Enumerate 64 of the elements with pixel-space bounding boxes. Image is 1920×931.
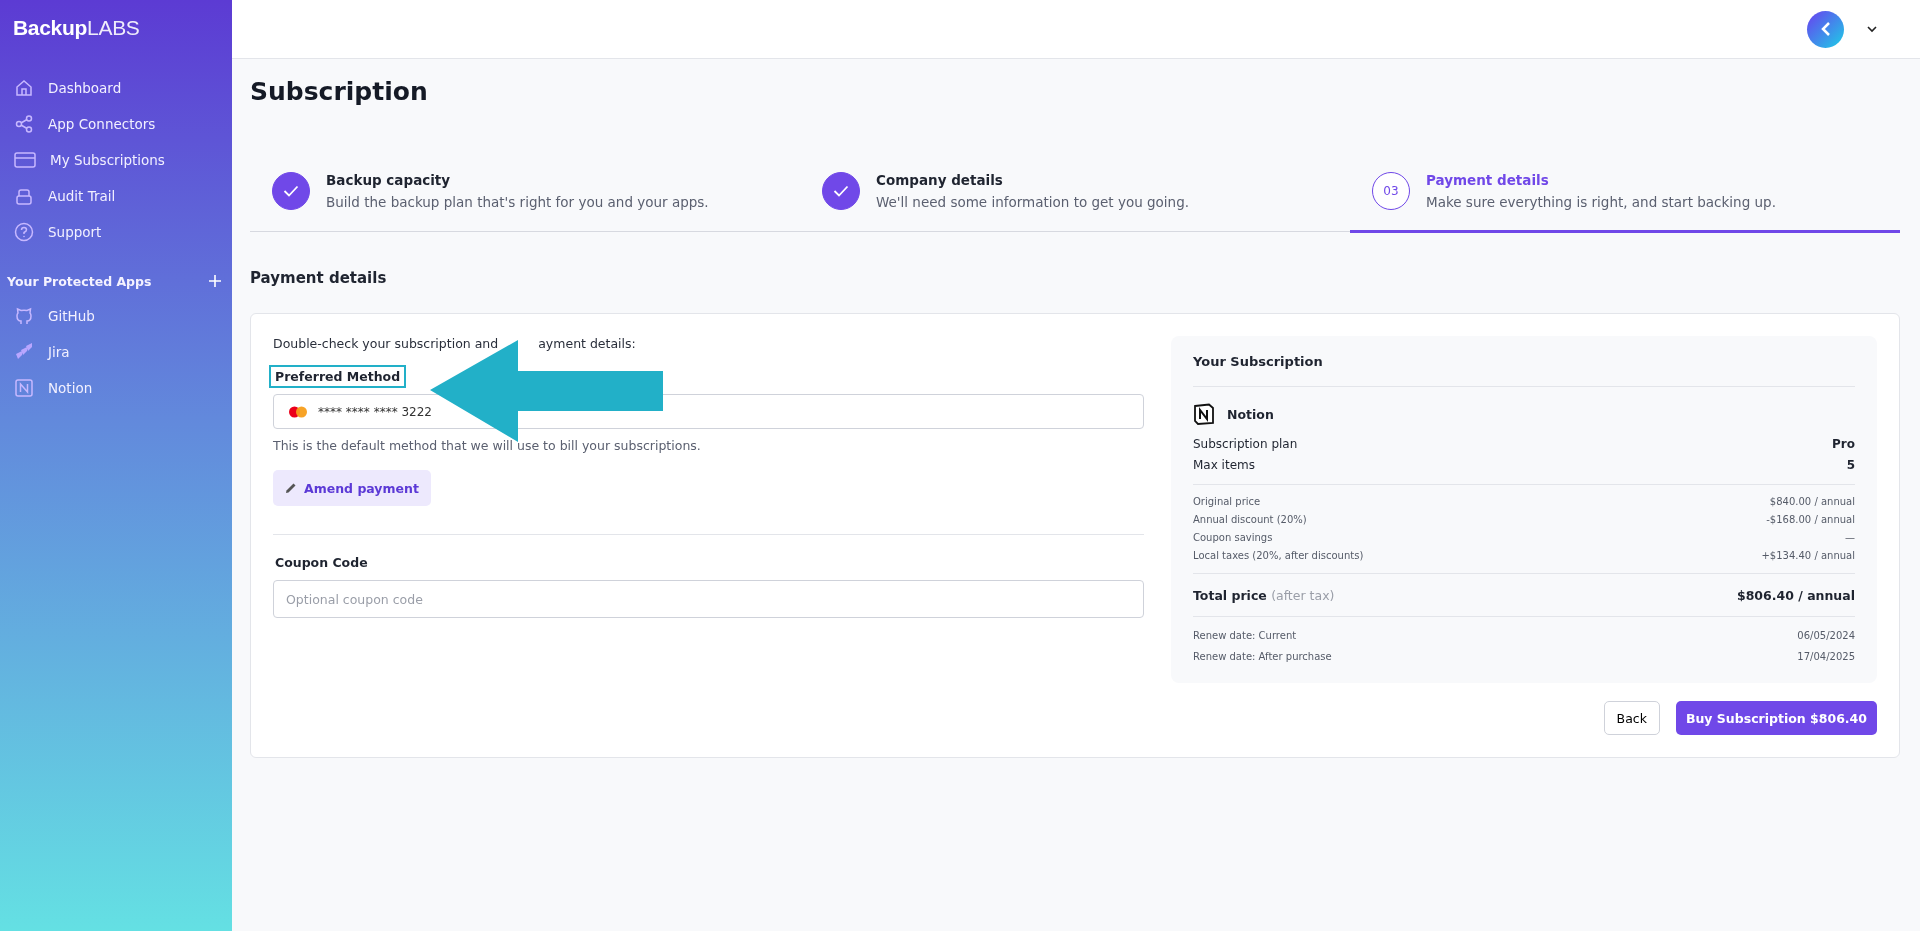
row-value: -$168.00 / annual bbox=[1766, 513, 1855, 525]
row-value: $840.00 / annual bbox=[1769, 495, 1855, 507]
sidebar-item[interactable]: Audit Trail bbox=[0, 178, 232, 214]
total-value: $806.40 / annual bbox=[1736, 587, 1855, 603]
app-name: Notion bbox=[1227, 406, 1274, 422]
field-label: Coupon Code bbox=[274, 554, 369, 572]
sidebar-item[interactable]: GitHub bbox=[0, 298, 232, 334]
row-label: Max items bbox=[1193, 457, 1255, 472]
step-description: Build the backup plan that's right for you and your apps. bbox=[326, 194, 709, 210]
step-description: We'll need some information to get you going. bbox=[876, 194, 1190, 210]
total-label: Total price (after tax) bbox=[1193, 587, 1335, 603]
step-number: 03 bbox=[1372, 172, 1410, 210]
home-icon bbox=[14, 78, 34, 98]
row-label: Original price bbox=[1193, 495, 1261, 507]
sidebar-item[interactable]: My Subscriptions bbox=[0, 142, 232, 178]
step-title: Backup capacity bbox=[326, 172, 452, 188]
field-label: Preferred Method bbox=[269, 365, 407, 388]
row-value: — bbox=[1845, 531, 1855, 543]
pencil-icon bbox=[285, 482, 297, 494]
row-value: 17/04/2025 bbox=[1797, 651, 1855, 662]
step-tab[interactable]: Backup capacity Build the backup plan that's right for you and your apps. bbox=[250, 158, 800, 233]
add-icon[interactable] bbox=[208, 274, 222, 288]
step-title: Payment details bbox=[1426, 172, 1550, 188]
panel-title: Your Subscription bbox=[1193, 354, 1324, 369]
amend-payment-button[interactable]: Amend payment bbox=[273, 470, 431, 506]
app-logo: BackupLABS bbox=[12, 16, 141, 40]
sidebar-item[interactable]: Notion bbox=[0, 370, 232, 406]
page-title: Subscription bbox=[250, 77, 429, 106]
row-label: Annual discount (20%) bbox=[1193, 513, 1307, 525]
cat-icon bbox=[14, 306, 34, 326]
sidebar-item[interactable]: App Connectors bbox=[0, 106, 232, 142]
stack-icon bbox=[14, 186, 34, 206]
section-heading: Your Protected Apps bbox=[7, 273, 152, 289]
step-description: Make sure everything is right, and start backing up. bbox=[1426, 194, 1776, 210]
help-text: This is the default method that we will use to bill your subscriptions. bbox=[273, 438, 702, 453]
step-tab[interactable]: 03 Payment details Make sure everything is right, and start backing up. bbox=[1350, 158, 1900, 233]
row-label: Local taxes (20%, after discounts) bbox=[1193, 549, 1364, 561]
row-value: +$134.40 / annual bbox=[1761, 549, 1855, 561]
card-brand-icon bbox=[288, 405, 308, 418]
intro-text: ayment details: bbox=[538, 336, 636, 351]
step-tab[interactable]: Company details We'll need some information to get you going. bbox=[800, 158, 1350, 233]
sidebar-item[interactable]: Support bbox=[0, 214, 232, 250]
step-title: Company details bbox=[876, 172, 1004, 188]
credit-card-icon bbox=[14, 151, 36, 169]
row-label: Coupon savings bbox=[1193, 531, 1273, 543]
row-label: Renew date: Current bbox=[1193, 630, 1297, 641]
buy-button[interactable]: Buy Subscription $806.40 bbox=[1675, 701, 1877, 735]
avatar-button[interactable] bbox=[1807, 10, 1844, 48]
row-value: 5 bbox=[1846, 457, 1855, 472]
section-title: Payment details bbox=[250, 269, 388, 287]
payment-method-field[interactable]: **** **** **** 3222 bbox=[273, 394, 1144, 429]
coupon-field[interactable]: Optional coupon code bbox=[273, 580, 1144, 618]
intro-text: Double-check your subscription and bbox=[273, 336, 499, 351]
row-label: Subscription plan bbox=[1193, 436, 1298, 451]
notion-icon bbox=[1193, 403, 1215, 425]
notion-icon bbox=[14, 378, 34, 398]
row-value: 06/05/2024 bbox=[1797, 630, 1855, 641]
help-icon bbox=[14, 222, 34, 242]
row-value: Pro bbox=[1832, 436, 1855, 451]
row-label: Renew date: After purchase bbox=[1193, 651, 1332, 662]
back-button[interactable]: Back bbox=[1603, 701, 1660, 735]
sidebar-item[interactable]: Jira bbox=[0, 334, 232, 370]
chevron-down-icon[interactable] bbox=[1866, 25, 1878, 33]
sidebar-item[interactable]: Dashboard bbox=[0, 70, 232, 106]
